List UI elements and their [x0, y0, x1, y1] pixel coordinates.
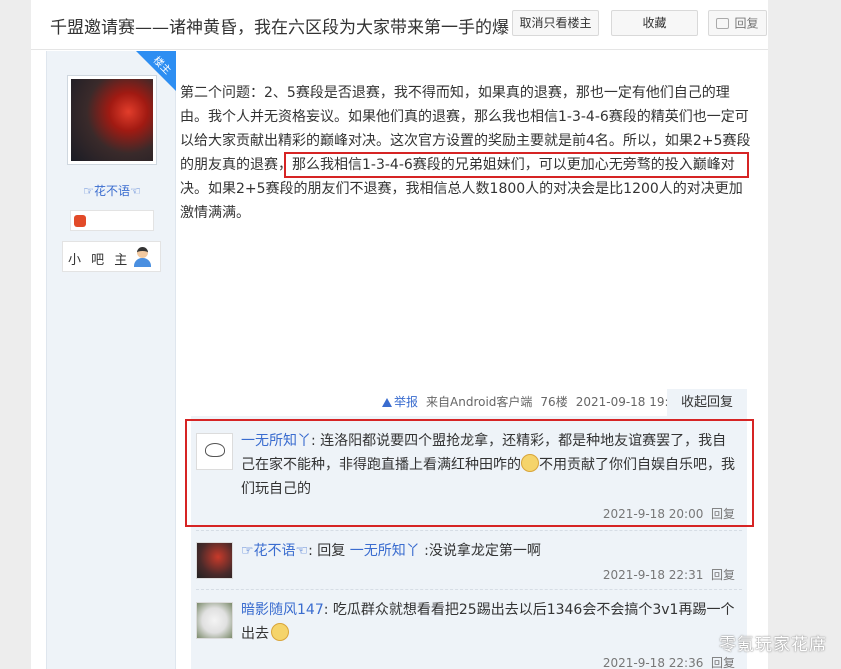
comment-icon: [716, 18, 730, 29]
reply-time: 2021-9-18 22:36: [602, 656, 704, 669]
reply-link[interactable]: 回复: [711, 656, 735, 669]
reply-text: 暗影随风147: 吃瓜群众就想看看把25踢出去以后1346会不会搞个3v1再踢一…: [241, 598, 736, 646]
reply-time: 2021-9-18 22:31: [602, 568, 704, 582]
favorite-button[interactable]: 收藏: [611, 10, 698, 36]
reply-user[interactable]: 暗影随风147: [241, 602, 324, 618]
smile-emoji-icon: [271, 623, 289, 641]
reply-button-label: 回复: [734, 16, 759, 31]
reply-avatar[interactable]: [196, 542, 233, 579]
reply-body: :没说拿龙定第一啊: [419, 543, 541, 559]
thread-header: 千盟邀请赛——诸神黄昏，我在六区段为大家带来第一手的爆... 取消只看楼主 收藏…: [31, 0, 768, 50]
thread-page: 千盟邀请赛——诸神黄昏，我在六区段为大家带来第一手的爆... 取消只看楼主 收藏…: [31, 0, 768, 669]
reply-user[interactable]: ☞花不语☜: [241, 543, 308, 559]
level-icon: [74, 215, 86, 227]
divider: [196, 530, 742, 531]
reply-meta: 2021-9-18 22:31 回复: [603, 566, 735, 583]
reply-prefix: : 回复: [308, 543, 350, 559]
reply-avatar[interactable]: [196, 602, 233, 639]
highlight-box: [284, 152, 749, 178]
role-label: 小 吧 主: [68, 253, 131, 268]
reply-meta: 2021-9-18 22:36 回复: [603, 654, 735, 669]
collapse-replies-button[interactable]: 收起回复: [667, 389, 747, 416]
post-source[interactable]: 来自Android客户端: [426, 395, 532, 409]
post-floor: 76楼: [540, 395, 568, 409]
watermark: 零氪玩家花席: [719, 635, 827, 655]
reply-text: ☞花不语☜: 回复 一无所知丫 :没说拿龙定第一啊: [241, 539, 736, 563]
report-label: 举报: [394, 395, 419, 409]
highlight-box: [185, 419, 754, 527]
user-icon: [132, 246, 152, 268]
author-sidebar: 楼主 ☞花不语☜ 小 吧 主: [46, 51, 176, 669]
role-badge: 小 吧 主: [62, 241, 161, 272]
list-item: 暗影随风147: 吃瓜群众就想看看把25踢出去以后1346会不会搞个3v1再踢一…: [191, 594, 747, 669]
only-op-button[interactable]: 取消只看楼主: [512, 10, 599, 36]
author-name[interactable]: ☞花不语☜: [47, 182, 177, 199]
thread-title: 千盟邀请赛——诸神黄昏，我在六区段为大家带来第一手的爆...: [50, 18, 510, 38]
avatar-image: [71, 79, 153, 161]
post-meta: 举报 来自Android客户端 76楼 2021-09-18 19:21: [382, 393, 692, 413]
level-badge: [70, 210, 154, 231]
reply-target-user[interactable]: 一无所知丫: [350, 543, 420, 559]
reply-button[interactable]: 回复: [708, 10, 767, 36]
list-item: ☞花不语☜: 回复 一无所知丫 :没说拿龙定第一啊 2021-9-18 22:3…: [191, 535, 747, 585]
reply-link[interactable]: 回复: [711, 568, 735, 582]
warning-icon: [382, 398, 392, 407]
divider: [196, 589, 742, 590]
report-link[interactable]: 举报: [382, 395, 418, 409]
